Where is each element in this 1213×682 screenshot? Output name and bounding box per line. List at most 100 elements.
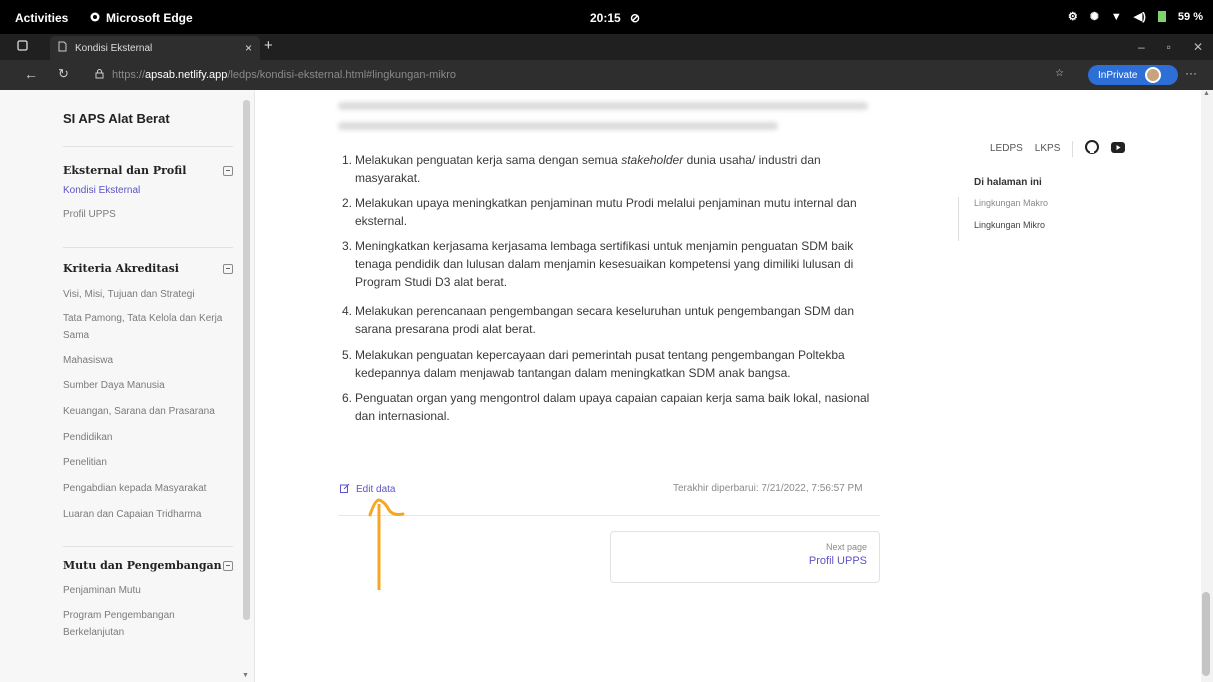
list-number: 6. xyxy=(341,391,352,405)
sidebar-item-penelitian[interactable]: Penelitian xyxy=(63,454,238,471)
list-text: Melakukan perencanaan pengembangan secar… xyxy=(355,304,855,336)
collapse-icon[interactable] xyxy=(223,560,233,571)
content-divider xyxy=(338,515,880,516)
sidebar-item-keuangan[interactable]: Keuangan, Sarana dan Prasarana xyxy=(63,403,238,420)
sidebar-item-visi-misi[interactable]: Visi, Misi, Tujuan dan Strategi xyxy=(63,286,238,303)
back-icon[interactable]: ← xyxy=(24,66,38,82)
sidebar-scrollbar[interactable] xyxy=(243,100,250,620)
notifications-muted-icon: ⊘ xyxy=(630,11,641,25)
scroll-down-arrow-icon[interactable]: ▼ xyxy=(242,672,249,679)
close-window-icon[interactable]: ✕ xyxy=(1193,40,1203,54)
sidebar-item-penjaminan-mutu[interactable]: Penjaminan Mutu xyxy=(63,582,238,599)
toc-item-lingkungan-mikro[interactable]: Lingkungan Mikro xyxy=(974,220,1045,230)
next-page-card[interactable]: Next page Profil UPPS xyxy=(610,531,880,583)
close-tab-icon[interactable]: × xyxy=(245,41,252,55)
list-item: 2. Melakukan upaya meningkatkan penjamin… xyxy=(330,194,885,230)
blurred-text xyxy=(338,102,868,110)
clock[interactable]: 20:15 ⊘ xyxy=(590,11,640,25)
sidebar: SI APS Alat Berat Eksternal dan Profil K… xyxy=(0,90,255,682)
sidebar-group-title: Kriteria Akreditasi xyxy=(63,262,179,275)
last-updated: Terakhir diperbarui: 7/21/2022, 7:56:57 … xyxy=(673,483,863,494)
brightness-icon: ✺ xyxy=(1089,11,1099,23)
sidebar-divider xyxy=(63,546,233,547)
header-separator xyxy=(1072,140,1074,157)
page-viewport: SI APS Alat Berat Eksternal dan Profil K… xyxy=(0,90,1213,682)
toc-item-lingkungan-makro[interactable]: Lingkungan Makro xyxy=(974,198,1048,208)
list-item: 1. Melakukan penguatan kerja sama dengan… xyxy=(330,151,885,187)
wifi-icon: ▼ xyxy=(1110,10,1122,23)
system-top-bar: Activities Microsoft Edge 20:15 ⊘ ⚙ ✺ ▼ … xyxy=(0,0,1213,34)
toc-rail xyxy=(958,197,959,241)
sidebar-group-eksternal[interactable]: Eksternal dan Profil xyxy=(63,164,233,177)
settings-icon[interactable]: ⚙ xyxy=(1068,10,1078,23)
sidebar-item-profil-upps[interactable]: Profil UPPS xyxy=(63,206,238,223)
battery-icon xyxy=(1157,11,1166,22)
sidebar-item-sdm[interactable]: Sumber Daya Manusia xyxy=(63,377,238,394)
list-text: Melakukan penguatan kepercayaan dari pem… xyxy=(355,348,845,380)
list-item: 6. Penguatan organ yang mengontrol dalam… xyxy=(330,389,885,425)
tab-actions-icon[interactable] xyxy=(17,40,28,54)
app-menu[interactable]: Microsoft Edge xyxy=(90,11,193,25)
tab-title: Kondisi Eksternal xyxy=(75,42,153,54)
blurred-text xyxy=(338,122,778,130)
restore-icon[interactable]: ▫ xyxy=(1167,40,1171,54)
sidebar-item-luaran[interactable]: Luaran dan Capaian Tridharma xyxy=(63,506,238,523)
favorites-star-icon[interactable]: ☆ xyxy=(1055,68,1064,79)
list-item: 4. Melakukan perencanaan pengembangan se… xyxy=(330,302,885,338)
scroll-up-arrow-icon[interactable]: ▲ xyxy=(1203,90,1210,97)
github-icon[interactable] xyxy=(1085,140,1100,157)
sidebar-group-title: Eksternal dan Profil xyxy=(63,164,187,177)
avatar xyxy=(1145,67,1162,83)
list-number: 3. xyxy=(341,239,352,253)
url-host: apsab.netlify.app xyxy=(145,69,228,81)
list-number: 5. xyxy=(341,348,352,362)
new-tab-icon[interactable]: + xyxy=(264,37,273,54)
battery-level: 59 % xyxy=(1177,10,1203,23)
list-number: 4. xyxy=(341,304,352,318)
address-bar[interactable]: https://apsab.netlify.app/ledps/kondisi-… xyxy=(95,65,1085,85)
activities-button[interactable]: Activities xyxy=(15,11,68,25)
sidebar-item-mahasiswa[interactable]: Mahasiswa xyxy=(63,352,238,369)
list-text: Penguatan organ yang mengontrol dalam up… xyxy=(355,391,870,423)
minimize-icon[interactable]: – xyxy=(1138,40,1145,54)
navigation-bar: ← ↻ https://apsab.netlify.app/ledps/kond… xyxy=(0,60,1213,90)
lock-icon xyxy=(95,68,104,82)
collapse-icon[interactable] xyxy=(223,165,233,176)
nav-ledps[interactable]: LEDPS xyxy=(990,143,1023,154)
sidebar-group-title: Mutu dan Pengembangan xyxy=(63,559,222,572)
list-item: 5. Melakukan penguatan kepercayaan dari … xyxy=(330,346,885,382)
page-icon xyxy=(58,41,67,55)
url-path: /ledps/kondisi-eksternal.html#lingkungan… xyxy=(227,69,457,81)
sidebar-item-tata-pamong[interactable]: Tata Pamong, Tata Kelola dan Kerja Sama xyxy=(63,310,223,344)
collapse-icon[interactable] xyxy=(223,263,233,274)
volume-icon: ◀) xyxy=(1133,11,1146,23)
inprivate-label: InPrivate xyxy=(1098,69,1138,81)
page-scrollbar-thumb[interactable] xyxy=(1202,592,1210,676)
list-number: 2. xyxy=(341,196,352,210)
sidebar-group-mutu[interactable]: Mutu dan Pengembangan xyxy=(63,559,233,572)
app-name: Microsoft Edge xyxy=(106,11,193,25)
sidebar-item-kondisi-eksternal[interactable]: Kondisi Eksternal xyxy=(63,182,238,199)
system-tray[interactable]: ⚙ ✺ ▼ ◀) 59 % xyxy=(1068,10,1203,24)
list-item: 3. Meningkatkan kerjasama kerjasama lemb… xyxy=(330,237,885,291)
toc-title: Di halaman ini xyxy=(974,177,1042,188)
youtube-icon[interactable] xyxy=(1111,141,1126,156)
sidebar-group-kriteria[interactable]: Kriteria Akreditasi xyxy=(63,262,233,275)
nav-lkps[interactable]: LKPS xyxy=(1035,143,1061,154)
list-text: Melakukan penguatan kerja sama dengan se… xyxy=(355,153,622,167)
sidebar-item-pengabdian[interactable]: Pengabdian kepada Masyarakat xyxy=(63,480,238,497)
sidebar-item-program-pengembangan[interactable]: Program Pengembangan Berkelanjutan xyxy=(63,607,198,641)
edit-icon xyxy=(340,483,350,496)
refresh-icon[interactable]: ↻ xyxy=(58,66,69,82)
list-text: Meningkatkan kerjasama kerjasama lembaga… xyxy=(355,239,854,289)
inprivate-button[interactable]: InPrivate xyxy=(1088,65,1178,85)
tab-kondisi-eksternal[interactable]: Kondisi Eksternal × xyxy=(50,36,260,60)
next-page-title: Profil UPPS xyxy=(808,555,867,567)
edge-icon xyxy=(90,11,100,25)
list-text: Melakukan upaya meningkatkan penjaminan … xyxy=(355,196,857,228)
sidebar-item-pendidikan[interactable]: Pendidikan xyxy=(63,429,238,446)
clock-time: 20:15 xyxy=(590,11,621,25)
site-brand[interactable]: SI APS Alat Berat xyxy=(63,111,170,126)
list-text-emphasis: stakeholder xyxy=(621,153,684,167)
more-menu-icon[interactable]: ··· xyxy=(1185,66,1197,80)
